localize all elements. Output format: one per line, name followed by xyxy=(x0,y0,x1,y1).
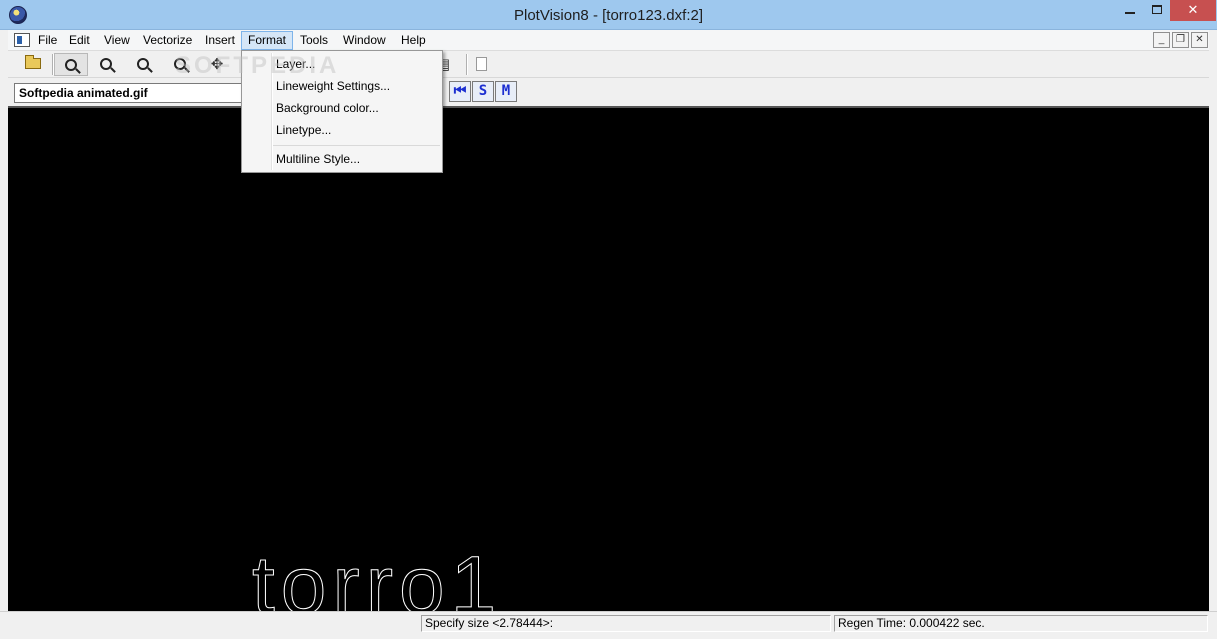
m-icon: M xyxy=(501,83,511,99)
main-toolbar: ✥ ▤ xyxy=(8,51,1209,78)
s-button[interactable]: S xyxy=(472,81,494,102)
restore-icon: ❐ xyxy=(1176,34,1185,45)
zoom-out-button[interactable] xyxy=(126,53,160,76)
zoom-realtime-button[interactable] xyxy=(54,53,88,76)
minimize-button[interactable] xyxy=(1116,0,1143,21)
menu-item-layer[interactable]: Layer... xyxy=(244,53,440,75)
mdi-restore-button[interactable]: ❐ xyxy=(1172,32,1189,48)
file-combo[interactable]: Softpedia animated.gif xyxy=(14,83,242,103)
pan-icon: ✥ xyxy=(210,56,224,73)
first-icon: ⏮ xyxy=(453,83,467,99)
close-button[interactable]: ✕ xyxy=(1170,0,1216,21)
folder-open-icon xyxy=(25,55,41,70)
page-icon xyxy=(475,56,487,71)
maximize-icon xyxy=(1151,5,1162,14)
close-icon: ✕ xyxy=(1195,34,1204,45)
mdi-close-button[interactable]: ✕ xyxy=(1191,32,1208,48)
menu-item-linetype[interactable]: Linetype... xyxy=(244,119,440,141)
document-icon[interactable] xyxy=(14,33,30,47)
menu-insert[interactable]: Insert xyxy=(199,31,241,50)
title-bar: PlotVision8 - [torro123.dxf:2] ✕ xyxy=(0,0,1217,30)
menu-format[interactable]: Format xyxy=(241,31,294,50)
status-regen-time: Regen Time: 0.000422 sec. xyxy=(834,615,1208,632)
minimize-icon xyxy=(1124,12,1135,14)
menu-file[interactable]: File xyxy=(32,31,63,50)
m-button[interactable]: M xyxy=(495,81,517,102)
menu-item-background-color[interactable]: Background color... xyxy=(244,97,440,119)
close-icon: ✕ xyxy=(1187,2,1199,17)
menu-help[interactable]: Help xyxy=(395,31,432,50)
status-bar: Specify size <2.78444>: Regen Time: 0.00… xyxy=(0,611,1217,639)
menu-item-lineweight[interactable]: Lineweight Settings... xyxy=(244,75,440,97)
s-icon: S xyxy=(478,83,488,99)
menu-item-multiline-style[interactable]: Multiline Style... xyxy=(244,148,440,170)
menu-bar: File Edit View Vectorize Insert Format T… xyxy=(8,30,1209,51)
menu-vectorize[interactable]: Vectorize xyxy=(137,31,198,50)
window-title: PlotVision8 - [torro123.dxf:2] xyxy=(514,7,703,24)
menu-window[interactable]: Window xyxy=(337,31,392,50)
menu-view[interactable]: View xyxy=(98,31,136,50)
animation-toolbar: Softpedia animated.gif ⏮ S M xyxy=(8,79,1209,106)
new-page-button[interactable] xyxy=(464,53,498,76)
first-frame-button[interactable]: ⏮ xyxy=(449,81,471,102)
mdi-minimize-button[interactable]: _ xyxy=(1153,32,1170,48)
drawing-svg: torro1 xyxy=(252,540,502,612)
pan-button[interactable]: ✥ xyxy=(200,53,234,76)
format-menu: Layer... Lineweight Settings... Backgrou… xyxy=(241,50,443,173)
open-button[interactable] xyxy=(16,53,50,76)
drawing-canvas[interactable]: torro1 xyxy=(8,106,1209,611)
zoom-extents-button[interactable] xyxy=(163,53,197,76)
menu-edit[interactable]: Edit xyxy=(63,31,96,50)
status-prompt: Specify size <2.78444>: xyxy=(421,615,831,632)
zoom-icon xyxy=(65,58,77,71)
minimize-icon: _ xyxy=(1158,34,1165,45)
zoom-extents-icon xyxy=(174,57,186,70)
menu-separator xyxy=(273,145,440,146)
zoom-out-icon xyxy=(137,57,149,70)
zoom-in-icon xyxy=(100,57,112,70)
menu-tools[interactable]: Tools xyxy=(294,31,334,50)
maximize-button[interactable] xyxy=(1143,0,1170,21)
drawing-text: torro1 xyxy=(252,540,502,611)
zoom-in-button[interactable] xyxy=(89,53,123,76)
